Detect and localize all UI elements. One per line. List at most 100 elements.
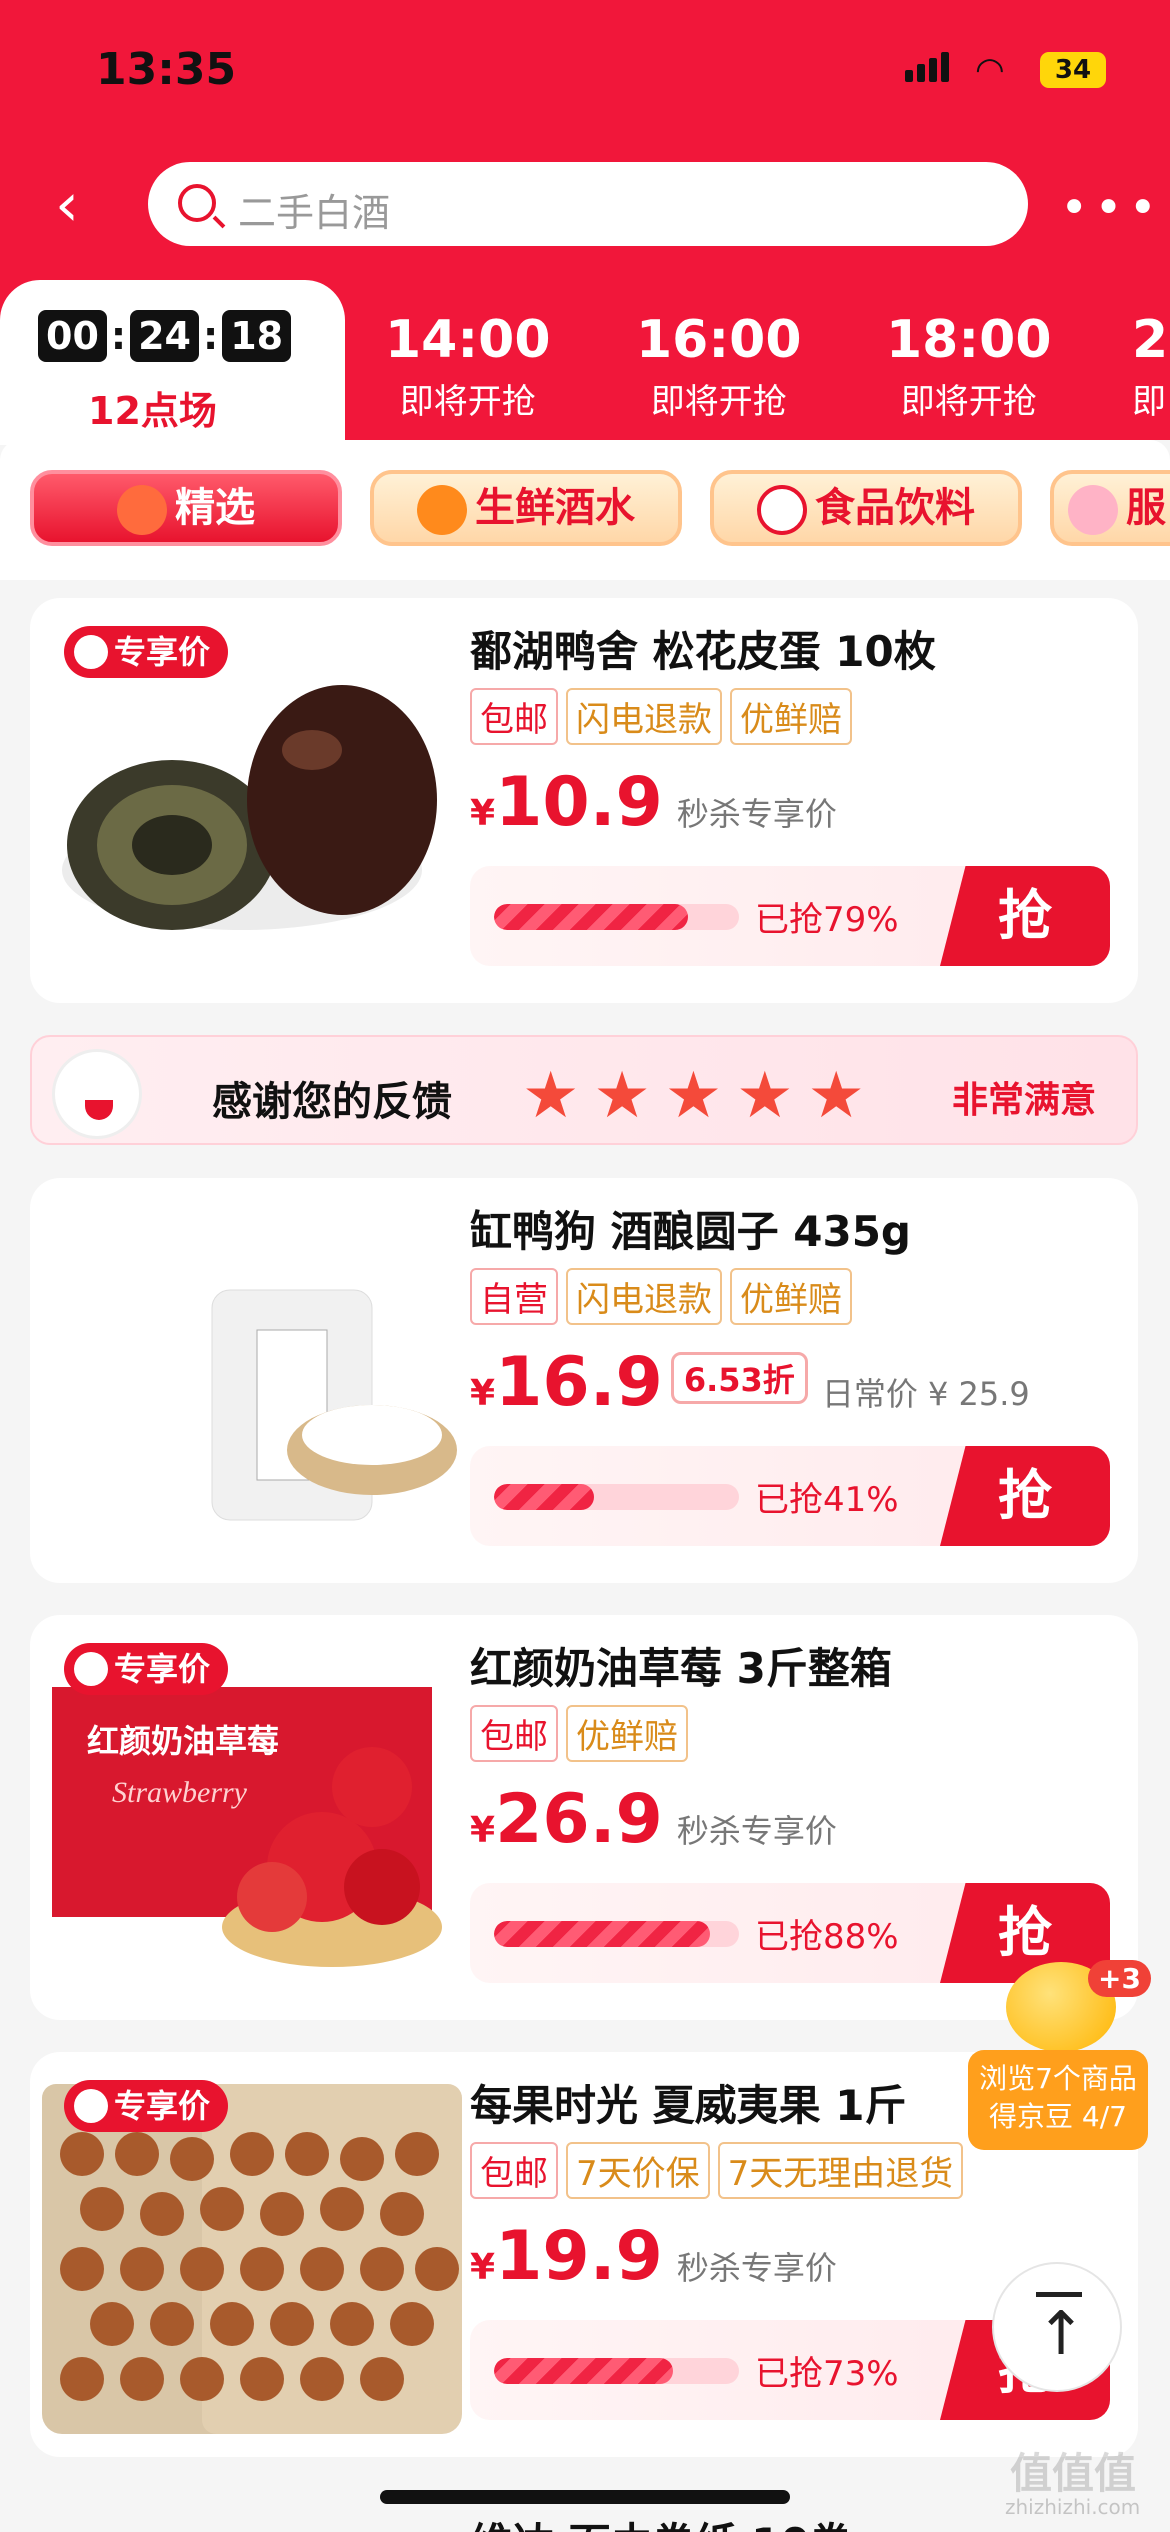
bean-task-line1: 浏览7个商品 bbox=[979, 2062, 1137, 2095]
next-product-title: 维达 面巾卷纸 10卷 bbox=[470, 2510, 852, 2532]
time-slot-tabs: 00:24:18 12点场 14:00 即将开抢 16:00 即将开抢 18:0… bbox=[0, 280, 1170, 445]
product-price: ¥19.9 秒杀专享价 bbox=[470, 2217, 837, 2296]
tag-fresh-guarantee: 优鲜赔 bbox=[730, 688, 852, 745]
category-label: 服 bbox=[1126, 485, 1166, 531]
exclusive-price-badge: 专享价 bbox=[64, 1643, 229, 1695]
tab-slot-1800[interactable]: 18:00 即将开抢 bbox=[886, 310, 1052, 423]
active-slot-name: 12点场 bbox=[88, 389, 217, 433]
sold-progress-bar bbox=[494, 2358, 739, 2384]
slot-status: 即将开抢 bbox=[399, 382, 536, 422]
tag-free-shipping: 包邮 bbox=[470, 688, 558, 745]
product-image-strawberries[interactable]: 红颜奶油草莓 Strawberry 专享价 bbox=[42, 1627, 462, 1997]
slot-time: 2 bbox=[1132, 310, 1169, 370]
product-tags: 包邮 闪电退款 优鲜赔 bbox=[470, 688, 860, 745]
buy-bar: 已抢41% 抢 bbox=[470, 1446, 1110, 1546]
back-to-top-button[interactable]: ↑ bbox=[992, 2262, 1122, 2392]
feedback-strip: 感谢您的反馈 ★★★★★ 非常满意 bbox=[30, 1035, 1138, 1145]
product-price: ¥16.9 6.53折 日常价 ¥ 25.9 bbox=[470, 1343, 1030, 1422]
rating-stars[interactable]: ★★★★★ bbox=[522, 1059, 879, 1133]
tag-self-operated: 自营 bbox=[470, 1268, 558, 1325]
product-price: ¥26.9 秒杀专享价 bbox=[470, 1780, 837, 1859]
satisfaction-label: 非常满意 bbox=[952, 1080, 1097, 1121]
product-title: 缸鸭狗 酒酿圆子 435g bbox=[470, 1207, 911, 1256]
food-icon bbox=[757, 485, 807, 535]
tag-fast-refund: 闪电退款 bbox=[566, 688, 722, 745]
product-card[interactable]: 红颜奶油草莓 Strawberry 专享价 红颜奶油草莓 3斤整箱 包邮 优鲜赔 … bbox=[30, 1615, 1138, 2020]
sold-progress-text: 已抢41% bbox=[755, 1480, 899, 1520]
price-value: 26.9 bbox=[495, 1780, 663, 1859]
top-nav: ‹ 二手白酒 ••• bbox=[0, 150, 1170, 270]
category-bar: 精选 生鲜酒水 食品饮料 服 bbox=[0, 440, 1170, 580]
tag-fresh-guarantee: 优鲜赔 bbox=[730, 1268, 852, 1325]
discount-badge: 6.53折 bbox=[670, 1352, 808, 1404]
grab-button[interactable]: 抢 bbox=[940, 866, 1110, 966]
slot-status: 即将开抢 bbox=[900, 382, 1037, 422]
category-label: 食品饮料 bbox=[815, 485, 975, 531]
product-image-rice-balls[interactable] bbox=[42, 1190, 462, 1560]
currency-symbol: ¥ bbox=[470, 793, 496, 834]
status-bar: 13:35 ◠ 34 bbox=[0, 0, 1170, 150]
currency-symbol: ¥ bbox=[470, 1373, 496, 1414]
product-title: 每果时光 夏威夷果 1斤 bbox=[470, 2081, 907, 2130]
slot-time: 16:00 bbox=[636, 310, 802, 370]
product-tags: 自营 闪电退款 优鲜赔 bbox=[470, 1268, 860, 1325]
product-card[interactable]: 专享价 鄱湖鸭舍 松花皮蛋 10枚 包邮 闪电退款 优鲜赔 ¥10.9 秒杀专享价 已… bbox=[30, 598, 1138, 1003]
tab-slot-next[interactable]: 2 即 bbox=[1132, 310, 1168, 423]
mascot-avatar bbox=[52, 1049, 142, 1139]
tab-active-slot[interactable]: 00:24:18 12点场 bbox=[0, 280, 345, 445]
tab-slot-1400[interactable]: 14:00 即将开抢 bbox=[385, 310, 551, 423]
product-price: ¥10.9 秒杀专享价 bbox=[470, 763, 837, 842]
back-arrow-icon[interactable]: ‹ bbox=[55, 175, 105, 235]
price-label: 秒杀专享价 bbox=[676, 1812, 837, 1850]
product-image-macadamia[interactable]: 专享价 bbox=[42, 2064, 462, 2434]
grab-button[interactable]: 抢 bbox=[940, 1446, 1110, 1546]
battery-icon: 34 bbox=[1040, 52, 1106, 88]
price-label: 日常价 ¥ 25.9 bbox=[821, 1375, 1030, 1413]
bean-task-card: 浏览7个商品 得京豆 4/7 bbox=[968, 2050, 1148, 2150]
countdown-hours: 00 bbox=[38, 310, 107, 362]
jingdou-task-widget[interactable]: +3 浏览7个商品 得京豆 4/7 bbox=[968, 1960, 1151, 2157]
product-tags: 包邮 优鲜赔 bbox=[470, 1705, 696, 1762]
product-list: 专享价 鄱湖鸭舍 松花皮蛋 10枚 包邮 闪电退款 优鲜赔 ¥10.9 秒杀专享价 已… bbox=[0, 580, 1170, 2532]
price-value: 19.9 bbox=[495, 2217, 663, 2296]
countdown-minutes: 24 bbox=[130, 310, 199, 362]
exclusive-price-badge: 专享价 bbox=[64, 626, 229, 678]
tag-fresh-guarantee: 优鲜赔 bbox=[566, 1705, 688, 1762]
slot-status: 即 bbox=[1132, 382, 1166, 422]
category-pill-fresh-drinks[interactable]: 生鲜酒水 bbox=[370, 470, 682, 546]
category-pill-clothing[interactable]: 服 bbox=[1050, 470, 1170, 546]
search-placeholder: 二手白酒 bbox=[238, 191, 391, 235]
exclusive-price-badge: 专享价 bbox=[64, 2080, 229, 2132]
sold-progress-bar bbox=[494, 904, 739, 930]
lantern-icon bbox=[117, 485, 167, 535]
bean-task-line2: 得京豆 4/7 bbox=[989, 2100, 1127, 2133]
currency-symbol: ¥ bbox=[470, 2247, 496, 2288]
more-options-icon[interactable]: ••• bbox=[1060, 180, 1163, 236]
watermark-site: zhizhizhi.com bbox=[1005, 2495, 1141, 2519]
image-print-script: Strawberry bbox=[112, 1776, 248, 1809]
bean-plus-badge: +3 bbox=[1088, 1960, 1151, 1997]
flower-icon bbox=[1068, 485, 1118, 535]
sold-progress-text: 已抢73% bbox=[755, 2354, 899, 2394]
slot-time: 14:00 bbox=[385, 310, 551, 370]
category-pill-featured[interactable]: 精选 bbox=[30, 470, 342, 546]
category-pill-food-beverage[interactable]: 食品饮料 bbox=[710, 470, 1022, 546]
slot-status: 即将开抢 bbox=[650, 382, 787, 422]
status-time: 13:35 bbox=[96, 44, 237, 95]
wifi-icon: ◠ bbox=[975, 50, 1005, 90]
countdown-seconds: 18 bbox=[222, 310, 292, 362]
search-input[interactable]: 二手白酒 bbox=[148, 162, 1028, 246]
countdown-timer: 00:24:18 bbox=[38, 310, 292, 362]
sold-progress-bar bbox=[494, 1484, 739, 1510]
feedback-text: 感谢您的反馈 bbox=[212, 1079, 452, 1125]
product-card[interactable]: 缸鸭狗 酒酿圆子 435g 自营 闪电退款 优鲜赔 ¥16.9 6.53折 日常价 ¥ … bbox=[30, 1178, 1138, 1583]
tab-slot-1600[interactable]: 16:00 即将开抢 bbox=[636, 310, 802, 423]
product-title: 鄱湖鸭舍 松花皮蛋 10枚 bbox=[470, 627, 936, 676]
product-tags: 包邮 7天价保 7天无理由退货 bbox=[470, 2142, 971, 2199]
home-indicator[interactable] bbox=[380, 2490, 790, 2504]
category-label: 生鲜酒水 bbox=[475, 485, 635, 531]
product-image-century-eggs[interactable]: 专享价 bbox=[42, 610, 462, 980]
sold-progress-text: 已抢79% bbox=[755, 900, 899, 940]
tag-free-shipping: 包邮 bbox=[470, 2142, 558, 2199]
price-value: 10.9 bbox=[495, 763, 663, 842]
